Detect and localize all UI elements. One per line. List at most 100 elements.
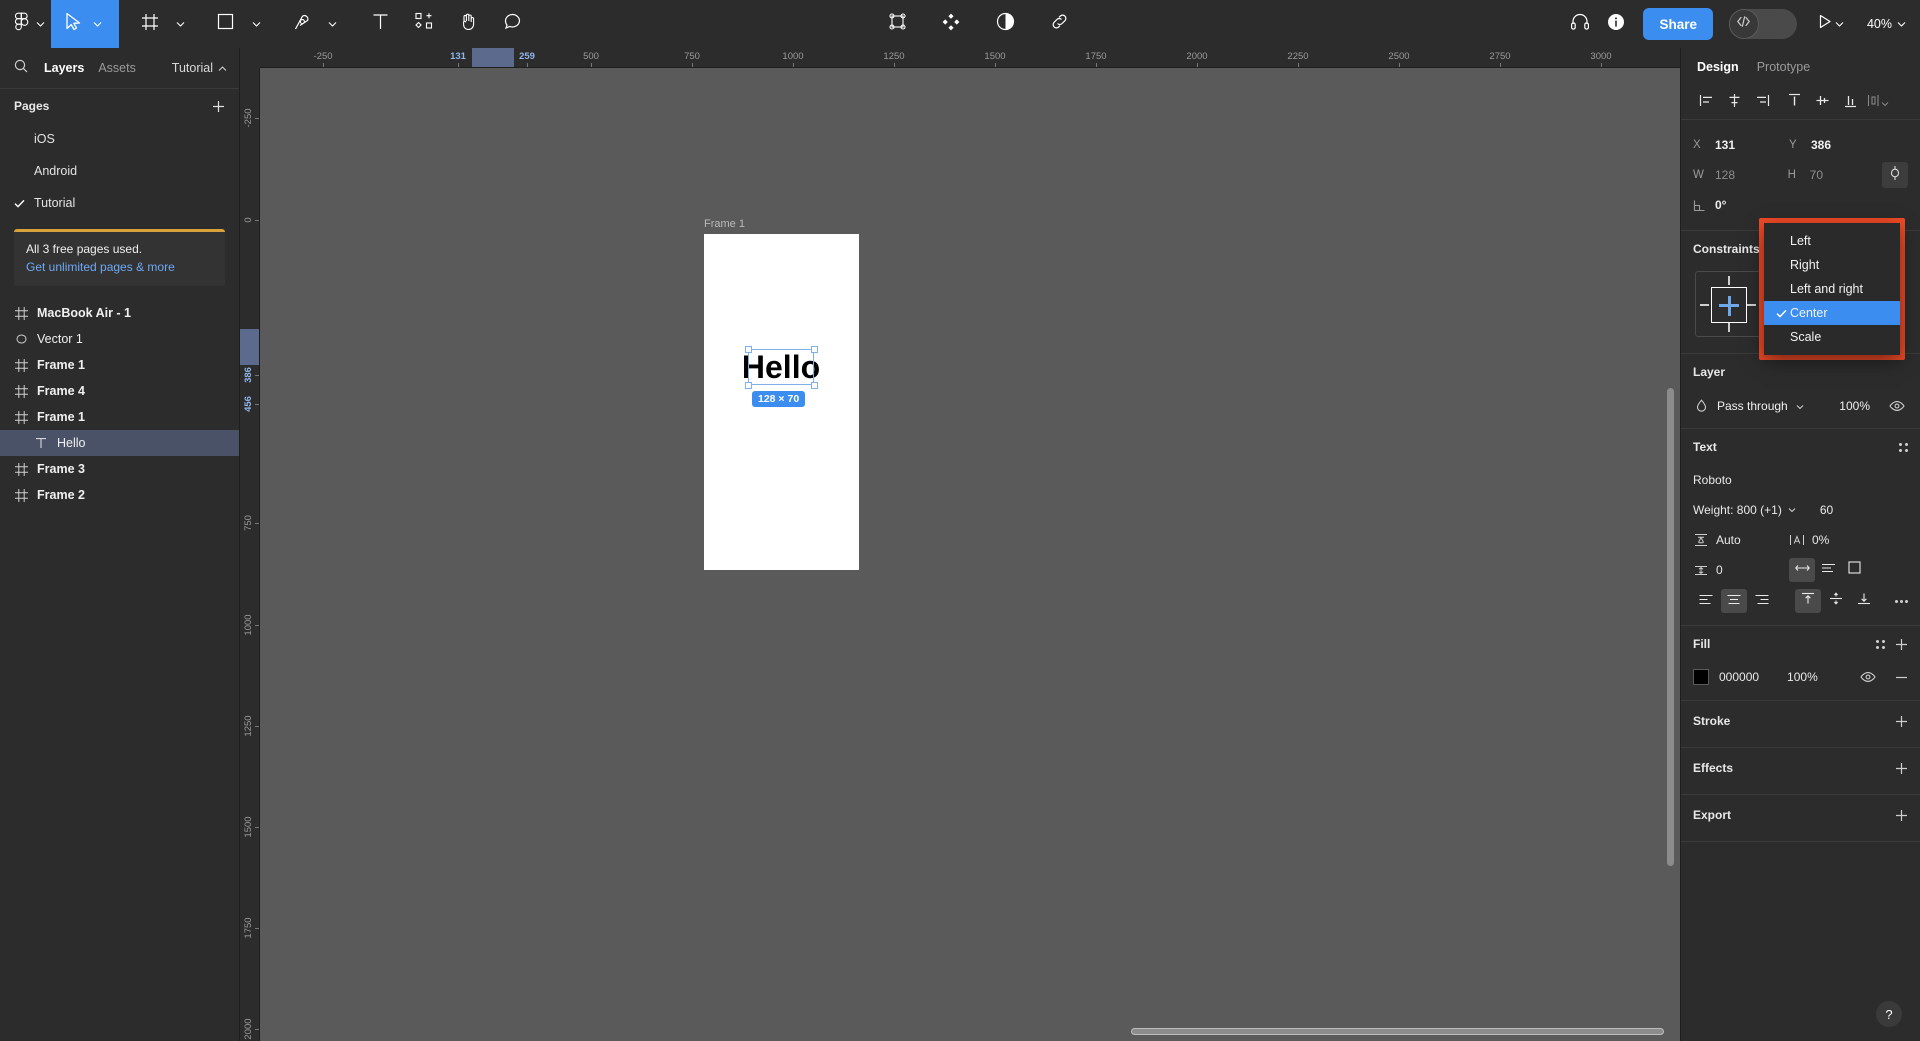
layer-item-frame-1-a[interactable]: Frame 1 [0, 352, 239, 378]
shape-tool[interactable] [207, 0, 275, 48]
plugins-button[interactable] [934, 7, 968, 41]
canvas-horizontal-scroll-thumb[interactable] [1131, 1028, 1664, 1035]
eye-icon[interactable] [1857, 671, 1879, 683]
align-right-button[interactable] [1749, 90, 1775, 116]
hand-tool[interactable] [449, 0, 487, 48]
canvas-vertical-scroll-thumb[interactable] [1667, 388, 1674, 867]
font-weight-value[interactable]: Weight: 800 (+1) [1693, 503, 1782, 517]
add-page-button[interactable] [212, 100, 225, 113]
auto-height-button[interactable] [1815, 558, 1841, 582]
constraint-tick-top[interactable] [1728, 276, 1730, 285]
audio-call-button[interactable] [1565, 9, 1595, 39]
text-align-right-button[interactable] [1749, 589, 1775, 613]
components-tool[interactable] [405, 0, 443, 48]
frame-tool[interactable] [131, 0, 199, 48]
present-button[interactable] [1817, 13, 1845, 35]
fill-opacity-value[interactable]: 100% [1787, 670, 1818, 684]
font-family-field[interactable]: Roboto [1681, 465, 1920, 495]
remove-fill-button[interactable] [1895, 671, 1908, 684]
pen-tool[interactable] [283, 0, 351, 48]
text-valign-middle-button[interactable] [1823, 589, 1849, 613]
canvas-area[interactable]: -250 131 259 500 750 1000 1250 1500 1750 2000 2250… [240, 48, 1680, 1041]
page-item-android[interactable]: Android [0, 155, 239, 187]
page-item-tutorial[interactable]: Tutorial [0, 187, 239, 219]
font-size-value[interactable]: 60 [1820, 503, 1833, 517]
dropdown-option-left[interactable]: Left [1764, 229, 1900, 253]
letter-spacing-field[interactable]: 0% [1789, 532, 1885, 548]
tab-layers[interactable]: Layers [44, 61, 84, 75]
y-field[interactable]: Y 386 [1789, 138, 1885, 152]
layer-item-frame-3[interactable]: Frame 3 [0, 456, 239, 482]
paragraph-spacing-value[interactable]: 0 [1716, 563, 1723, 577]
align-vertical-center-button[interactable] [1809, 90, 1835, 116]
constraint-tick-right[interactable] [1747, 304, 1756, 306]
text-tool[interactable] [361, 0, 399, 48]
text-settings-button[interactable] [1899, 442, 1908, 452]
constraint-tick-bottom[interactable] [1728, 323, 1730, 332]
resize-handle-top-right[interactable] [810, 345, 818, 353]
upsell-upgrade-link[interactable]: Get unlimited pages & more [26, 260, 213, 274]
add-export-button[interactable] [1895, 809, 1908, 822]
text-valign-top-button[interactable] [1795, 589, 1821, 613]
rotation-value[interactable]: 0° [1715, 198, 1726, 212]
resize-handle-top-left[interactable] [744, 345, 752, 353]
distribute-menu-button[interactable] [1867, 93, 1889, 113]
dropdown-option-scale[interactable]: Scale [1764, 325, 1900, 349]
page-item-ios[interactable]: iOS [0, 123, 239, 155]
fill-color-swatch[interactable] [1693, 669, 1709, 685]
vertical-ruler[interactable]: -250 0 386 456 750 1000 1250 1500 1750 2000 [240, 68, 260, 1041]
dropdown-option-center[interactable]: Center [1764, 301, 1900, 325]
add-fill-button[interactable] [1895, 638, 1908, 651]
eye-icon[interactable] [1886, 400, 1908, 412]
letter-spacing-value[interactable]: 0% [1812, 533, 1829, 547]
x-value[interactable]: 131 [1715, 138, 1735, 152]
tab-design[interactable]: Design [1697, 60, 1739, 74]
align-horizontal-center-button[interactable] [1721, 90, 1747, 116]
figma-menu-button[interactable] [0, 0, 51, 48]
link-button[interactable] [1042, 7, 1076, 41]
zoom-level-button[interactable]: 40% [1867, 17, 1906, 31]
tab-assets[interactable]: Assets [98, 61, 136, 75]
tab-prototype[interactable]: Prototype [1757, 60, 1811, 74]
canvas-viewport[interactable]: Frame 1 Hello 128 × 70 [260, 68, 1680, 1041]
text-align-center-button[interactable] [1721, 589, 1747, 613]
canvas-vertical-scrollbar[interactable] [1664, 388, 1676, 1017]
constraint-tick-left[interactable] [1700, 304, 1709, 306]
layer-item-frame-2[interactable]: Frame 2 [0, 482, 239, 508]
help-button[interactable]: ? [1876, 1001, 1902, 1027]
layer-item-hello[interactable]: Hello [0, 430, 239, 456]
align-bottom-button[interactable] [1837, 90, 1863, 116]
resize-handle-bottom-left[interactable] [744, 381, 752, 389]
constraints-widget[interactable] [1695, 271, 1761, 337]
line-height-value[interactable]: Auto [1716, 533, 1741, 547]
h-value[interactable]: 70 [1810, 168, 1823, 182]
layer-item-frame-1-b[interactable]: Frame 1 [0, 404, 239, 430]
canvas-horizontal-scrollbar[interactable] [262, 1025, 1664, 1037]
paragraph-spacing-field[interactable]: 0 [1693, 562, 1789, 578]
add-stroke-button[interactable] [1895, 715, 1908, 728]
dropdown-option-left-and-right[interactable]: Left and right [1764, 277, 1900, 301]
y-value[interactable]: 386 [1811, 138, 1831, 152]
layer-item-frame-4[interactable]: Frame 4 [0, 378, 239, 404]
fixed-size-button[interactable] [1841, 558, 1867, 582]
align-top-button[interactable] [1781, 90, 1807, 116]
w-field[interactable]: W 128 [1693, 168, 1788, 182]
h-field[interactable]: H 70 [1788, 168, 1883, 182]
notifications-button[interactable] [1601, 9, 1631, 39]
w-value[interactable]: 128 [1715, 168, 1735, 182]
fill-hex-value[interactable]: 000000 [1719, 670, 1759, 684]
contrast-button[interactable] [988, 7, 1022, 41]
rotation-field[interactable]: 0° [1693, 198, 1789, 212]
horizontal-ruler[interactable]: -250 131 259 500 750 1000 1250 1500 1750 2000 2250… [240, 48, 1680, 68]
resize-handle-bottom-right[interactable] [810, 381, 818, 389]
search-button[interactable] [12, 59, 30, 77]
auto-width-button[interactable] [1789, 558, 1815, 582]
line-height-field[interactable]: Auto [1693, 532, 1789, 548]
dropdown-option-right[interactable]: Right [1764, 253, 1900, 277]
layer-item-vector-1[interactable]: Vector 1 [0, 326, 239, 352]
frame-label[interactable]: Frame 1 [704, 218, 745, 230]
dev-mode-toggle[interactable] [1728, 9, 1797, 39]
text-valign-bottom-button[interactable] [1851, 589, 1877, 613]
file-name-button[interactable]: Tutorial [172, 61, 227, 75]
blend-mode-value[interactable]: Pass through [1717, 399, 1788, 413]
